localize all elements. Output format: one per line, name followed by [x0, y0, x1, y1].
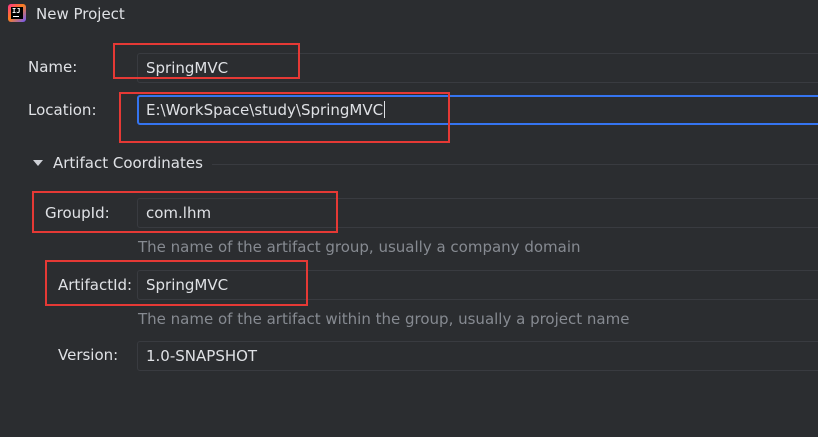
artifactid-hint: The name of the artifact within the grou… [138, 310, 630, 328]
title-bar: IJ New Project [0, 0, 818, 30]
intellij-idea-icon: IJ [8, 4, 26, 22]
name-field[interactable]: SpringMVC [137, 53, 818, 83]
version-label: Version: [58, 346, 119, 364]
groupid-field[interactable]: com.lhm [137, 198, 818, 228]
location-field[interactable]: E:\WorkSpace\study\SpringMVC [137, 95, 818, 125]
section-title: Artifact Coordinates [53, 154, 203, 172]
text-caret [384, 101, 386, 118]
artifactid-field[interactable]: SpringMVC [137, 270, 818, 300]
name-field-value: SpringMVC [146, 59, 229, 77]
location-field-value: E:\WorkSpace\study\SpringMVC [146, 101, 384, 119]
groupid-label: GroupId: [45, 204, 110, 222]
version-field-value: 1.0-SNAPSHOT [146, 347, 258, 365]
artifactid-label: ArtifactId: [58, 276, 133, 294]
artifactid-field-value: SpringMVC [146, 276, 229, 294]
section-divider [212, 164, 818, 165]
window-title: New Project [36, 5, 125, 23]
location-label: Location: [28, 101, 97, 119]
groupid-field-value: com.lhm [146, 204, 212, 222]
groupid-hint: The name of the artifact group, usually … [138, 238, 581, 256]
chevron-down-icon [33, 160, 43, 166]
name-label: Name: [28, 58, 78, 76]
version-field[interactable]: 1.0-SNAPSHOT [137, 341, 818, 371]
